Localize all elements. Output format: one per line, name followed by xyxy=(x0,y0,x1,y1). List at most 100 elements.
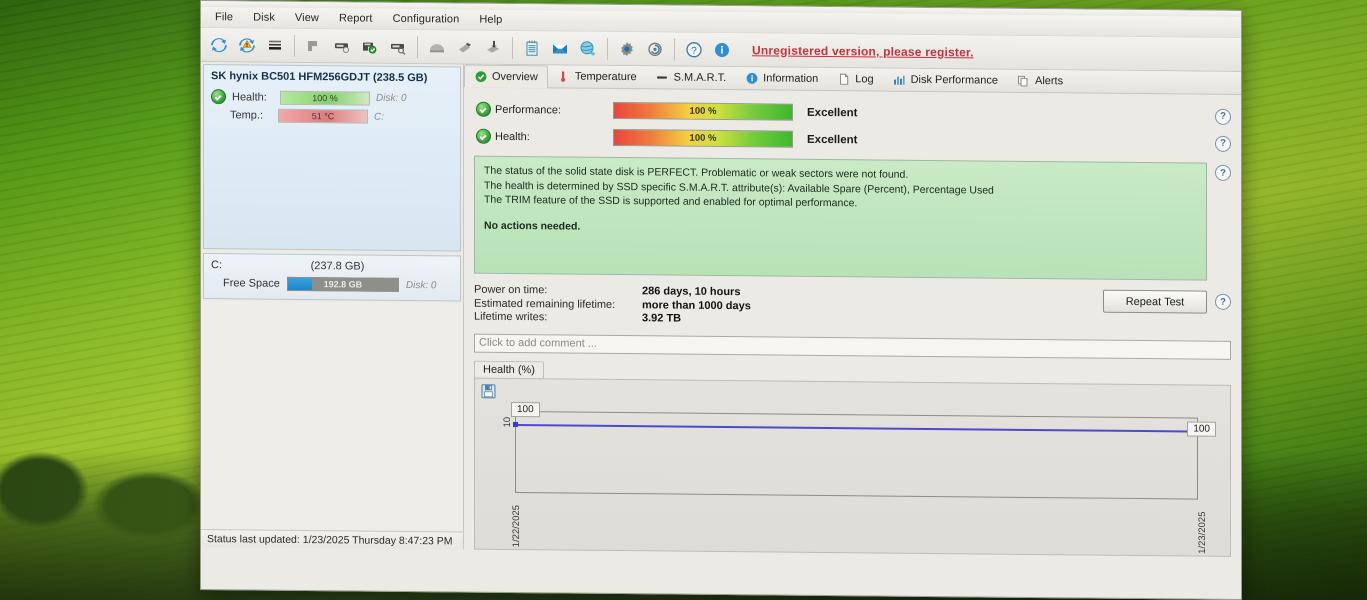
performance-label: Performance: xyxy=(495,103,562,116)
performance-ok-icon xyxy=(476,101,491,117)
disk-temp-note: C: xyxy=(374,111,384,123)
power-on-time-label: Power on time: xyxy=(474,283,548,297)
menu-item-configuration[interactable]: Configuration xyxy=(383,11,470,28)
performance-percent: 100 % xyxy=(689,105,717,117)
list-icon[interactable] xyxy=(261,31,289,59)
tab-label: Temperature xyxy=(574,70,637,84)
refresh-warning-icon[interactable] xyxy=(233,31,261,59)
tab-label: Alerts xyxy=(1034,75,1064,88)
health-label: Health: xyxy=(495,130,530,143)
remaining-lifetime-value: more than 1000 days xyxy=(642,298,751,312)
toolbar-separator xyxy=(512,36,513,59)
status-action: No actions needed. xyxy=(484,219,581,233)
disk-tool-icon[interactable] xyxy=(451,33,479,61)
tab-alerts[interactable]: Alerts xyxy=(1008,70,1073,93)
menu-item-report[interactable]: Report xyxy=(329,10,383,27)
performance-verdict: Excellent xyxy=(807,106,858,119)
disk-temp-meter: 51 °C xyxy=(278,108,368,124)
application-window: File Disk View Report Configuration Help xyxy=(200,0,1242,600)
tab-log[interactable]: Log xyxy=(828,68,883,91)
details-pane: Overview Temperature S.M.A.R.T. Informat… xyxy=(464,64,1241,557)
menu-item-view[interactable]: View xyxy=(285,10,329,26)
tab-information[interactable]: Information xyxy=(736,67,828,90)
envelope-icon[interactable] xyxy=(546,34,574,62)
overview-gauges: Performance: 100 % Excellent ? Health: 1… xyxy=(464,88,1241,161)
register-link[interactable]: Unregistered version, please register. xyxy=(752,43,974,59)
tab-overview[interactable]: Overview xyxy=(464,64,548,89)
tab-smart[interactable]: S.M.A.R.T. xyxy=(647,66,737,89)
tab-disk-performance[interactable]: Disk Performance xyxy=(884,69,1008,92)
health-gauge: 100 % xyxy=(613,128,793,148)
health-help-icon[interactable]: ? xyxy=(1215,135,1231,152)
comment-input[interactable]: Click to add comment ... xyxy=(474,333,1231,360)
dome-disk-icon[interactable] xyxy=(423,33,451,61)
disk-title: SK hynix BC501 HFM256GDJT (238.5 GB) xyxy=(211,70,428,85)
chart-plot-area: 100 100 10 1/22/2025 1/23/2025 xyxy=(502,401,1216,554)
notepad-icon[interactable] xyxy=(518,34,546,62)
chart-value-label-start: 100 xyxy=(511,401,540,417)
tab-label: Overview xyxy=(492,70,538,83)
dash-icon xyxy=(656,71,669,84)
spiral-icon[interactable] xyxy=(641,35,669,63)
status-help-icon[interactable]: ? xyxy=(1215,164,1231,181)
disk-health-meter: 100 % xyxy=(280,90,370,106)
disk-card[interactable]: SK hynix BC501 HFM256GDJT (238.5 GB) Hea… xyxy=(203,64,461,252)
performance-help-icon[interactable]: ? xyxy=(1215,108,1231,125)
status-bar-text: Status last updated: 1/23/2025 Thursday … xyxy=(207,532,453,547)
refresh-icon[interactable] xyxy=(205,31,233,59)
repeat-test-button[interactable]: Repeat Test xyxy=(1103,289,1207,314)
status-bar: Status last updated: 1/23/2025 Thursday … xyxy=(201,529,463,550)
tab-label: Disk Performance xyxy=(910,73,998,87)
menu-item-disk[interactable]: Disk xyxy=(243,9,285,25)
info-icon[interactable] xyxy=(708,35,736,63)
save-icon[interactable] xyxy=(481,383,496,398)
status-box-wrap: The status of the solid state disk is PE… xyxy=(464,154,1241,281)
volume-letter: C: xyxy=(211,259,222,272)
toolbar-separator xyxy=(294,34,295,57)
chart-x-label-start: 1/22/2025 xyxy=(511,504,522,548)
chart-point-start xyxy=(513,421,518,427)
health-ok-icon xyxy=(211,89,226,105)
lifetime-writes-value: 3.92 TB xyxy=(642,312,682,325)
thermometer-icon xyxy=(557,70,570,83)
gear-icon[interactable] xyxy=(613,34,641,62)
disk-health-note: Disk: 0 xyxy=(376,92,407,104)
performance-gauge: 100 % xyxy=(613,101,793,121)
disk-list-pane: SK hynix BC501 HFM256GDJT (238.5 GB) Hea… xyxy=(201,62,464,550)
svg-text:?: ? xyxy=(691,45,697,56)
globe-icon[interactable] xyxy=(574,34,602,62)
check-circle-icon xyxy=(474,70,487,83)
disk-ok-icon[interactable] xyxy=(356,32,384,60)
volume-free-bar: 192.8 GB xyxy=(286,276,399,292)
tab-label: Log xyxy=(855,73,874,86)
question-icon[interactable]: ? xyxy=(680,35,708,63)
volume-free-row: Free Space 192.8 GB Disk: 0 xyxy=(211,276,453,292)
menu-item-file[interactable]: File xyxy=(205,9,243,25)
tab-temperature[interactable]: Temperature xyxy=(548,65,647,88)
bars-icon xyxy=(893,73,906,86)
page-icon xyxy=(837,73,850,86)
toolbar-separator xyxy=(417,35,418,58)
disk-search-icon[interactable] xyxy=(384,32,412,60)
menu-item-help[interactable]: Help xyxy=(469,12,512,28)
tab-label: S.M.A.R.T. xyxy=(673,71,727,85)
chart-tab-health[interactable]: Health (%) xyxy=(474,360,544,378)
status-description-box: The status of the solid state disk is PE… xyxy=(474,155,1207,281)
stat-values: 286 days, 10 hours more than 1000 days 3… xyxy=(642,285,751,327)
health-ok-icon xyxy=(476,128,491,144)
health-history-chart: 100 100 10 1/22/2025 1/23/2025 xyxy=(474,377,1231,557)
repeat-test-help-icon[interactable]: ? xyxy=(1215,293,1231,310)
volume-card[interactable]: C: (237.8 GB) Free Space 192.8 GB Disk: … xyxy=(203,253,461,302)
disk-temp-row: Temp.: 51 °C C: xyxy=(211,108,453,124)
stat-labels: Power on time: Estimated remaining lifet… xyxy=(474,284,642,326)
disk-health-value: 100 % xyxy=(312,92,338,103)
disk-install-icon[interactable] xyxy=(479,33,507,61)
toolbar-separator xyxy=(607,37,608,60)
disk-clock-icon[interactable] xyxy=(328,32,356,60)
disk-add-icon[interactable] xyxy=(300,31,328,59)
lifetime-writes-label: Lifetime writes: xyxy=(474,310,548,324)
tab-label: Information xyxy=(763,72,819,85)
